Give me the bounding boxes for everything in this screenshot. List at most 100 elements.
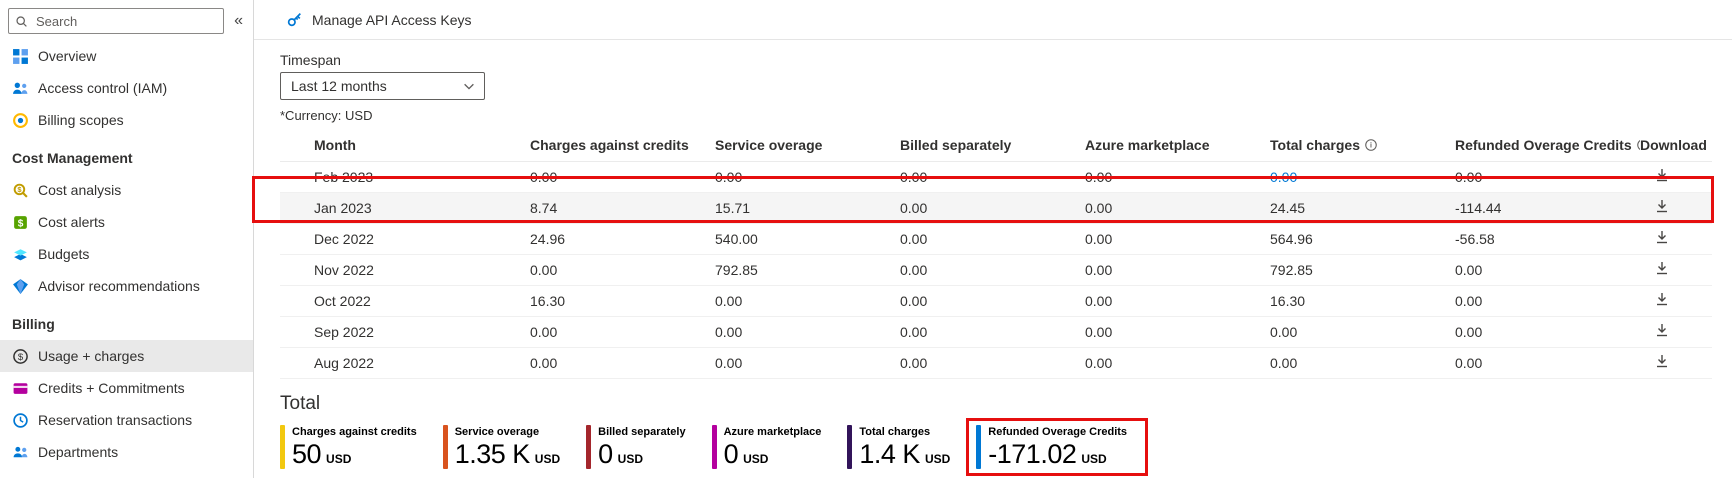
cell-billed: 0.00 (900, 192, 1085, 223)
cell-charges: 24.96 (530, 223, 715, 254)
manage-api-keys-button[interactable]: Manage API Access Keys (280, 10, 478, 29)
cell-refunded: -114.44 (1455, 192, 1640, 223)
cell-month: Feb 2023 (280, 161, 530, 192)
column-header-month: Month (280, 129, 530, 161)
table-row-dec-2022: Dec 2022 24.96 540.00 0.00 0.00 564.96 -… (280, 223, 1712, 254)
sidebar-item-label: Cost analysis (38, 182, 121, 198)
svg-text:$: $ (18, 351, 24, 362)
download-icon[interactable] (1654, 229, 1670, 245)
reservation-icon (12, 412, 29, 429)
card-label: Charges against credits (292, 425, 417, 439)
card-label: Refunded Overage Credits (988, 425, 1127, 439)
card-value: 0 (598, 439, 613, 469)
sidebar-item-label: Departments (38, 444, 118, 460)
cell-overage: 0.00 (715, 161, 900, 192)
cell-marketplace: 0.00 (1085, 161, 1270, 192)
info-icon[interactable]: i (1364, 138, 1378, 152)
command-bar: Manage API Access Keys (254, 0, 1732, 40)
sidebar-collapse-button[interactable]: « (228, 11, 249, 31)
sidebar-item-departments[interactable]: Departments (0, 436, 253, 468)
cell-overage: 15.71 (715, 192, 900, 223)
column-header-azure-marketplace: Azure marketplace (1085, 129, 1270, 161)
download-icon[interactable] (1654, 291, 1670, 307)
search-input[interactable] (34, 13, 217, 30)
cell-overage: 792.85 (715, 254, 900, 285)
sidebar-item-billing-scopes[interactable]: Billing scopes (0, 104, 253, 136)
download-icon[interactable] (1654, 353, 1670, 369)
download-icon[interactable] (1654, 198, 1670, 214)
manage-api-keys-label: Manage API Access Keys (312, 12, 472, 28)
cost-analysis-icon: $ (12, 182, 29, 199)
currency-note: *Currency: USD (280, 108, 1732, 123)
usage-table: Month Charges against credits Service ov… (280, 129, 1712, 379)
timespan-label: Timespan (280, 52, 1732, 68)
sidebar-item-credits-commitments[interactable]: Credits + Commitments (0, 372, 253, 404)
sidebar-item-cost-alerts[interactable]: $ Cost alerts (0, 206, 253, 238)
card-value: 0 (724, 439, 739, 469)
sidebar-item-label: Cost alerts (38, 214, 105, 230)
card-color-bar (847, 425, 852, 469)
card-unit: USD (743, 452, 768, 466)
cell-month: Aug 2022 (280, 347, 530, 378)
sidebar-item-reservation-transactions[interactable]: Reservation transactions (0, 404, 253, 436)
table-header-row: Month Charges against credits Service ov… (280, 129, 1712, 161)
table-row-aug-2022: Aug 2022 0.00 0.00 0.00 0.00 0.00 0.00 (280, 347, 1712, 378)
card-color-bar (443, 425, 448, 469)
usage-charges-icon: $ (12, 348, 29, 365)
sidebar-item-label: Billing scopes (38, 112, 124, 128)
sidebar-item-access-control-iam[interactable]: Access control (IAM) (0, 72, 253, 104)
table-row-jan-2023: Jan 2023 8.74 15.71 0.00 0.00 24.45 -114… (280, 192, 1712, 223)
page: « Overview Access control (IAM) Billing … (0, 0, 1732, 478)
column-header-download: Download (1640, 129, 1712, 161)
total-card-azure-marketplace: Azure marketplace 0USD (712, 425, 822, 469)
cell-refunded: 0.00 (1455, 347, 1640, 378)
cell-marketplace: 0.00 (1085, 347, 1270, 378)
card-label: Billed separately (598, 425, 685, 439)
cell-refunded: 0.00 (1455, 285, 1640, 316)
sidebar-item-cost-analysis[interactable]: $ Cost analysis (0, 174, 253, 206)
card-color-bar (712, 425, 717, 469)
cell-charges: 0.00 (530, 316, 715, 347)
cell-total-charges: 564.96 (1270, 223, 1455, 254)
cell-overage: 0.00 (715, 316, 900, 347)
cell-billed: 0.00 (900, 223, 1085, 254)
key-icon (286, 11, 303, 28)
cell-billed: 0.00 (900, 347, 1085, 378)
card-label: Total charges (859, 425, 950, 439)
card-value: -171.02 (988, 439, 1076, 469)
cell-total-charges: 792.85 (1270, 254, 1455, 285)
cell-total-charges: 0.00 (1270, 347, 1455, 378)
search-box[interactable] (8, 8, 224, 34)
download-icon[interactable] (1654, 260, 1670, 276)
credits-icon (12, 380, 29, 397)
download-icon[interactable] (1654, 167, 1670, 183)
sidebar-item-usage-charges[interactable]: $ Usage + charges (0, 340, 253, 372)
table-row-nov-2022: Nov 2022 0.00 792.85 0.00 0.00 792.85 0.… (280, 254, 1712, 285)
cell-charges: 0.00 (530, 161, 715, 192)
card-color-bar (586, 425, 591, 469)
sidebar-item-label: Advisor recommendations (38, 278, 200, 294)
iam-icon (12, 80, 29, 97)
column-header-refunded-overage-credits: Refunded Overage Creditsi (1455, 129, 1640, 161)
column-header-total-charges: Total chargesi (1270, 129, 1455, 161)
cell-charges: 0.00 (530, 347, 715, 378)
column-header-label: Refunded Overage Credits (1455, 137, 1632, 153)
cell-total-charges-link[interactable]: 0.00 (1270, 161, 1455, 192)
sidebar-item-advisor-recommendations[interactable]: Advisor recommendations (0, 270, 253, 302)
table-row-feb-2023: Feb 2023 0.00 0.00 0.00 0.00 0.00 0.00 (280, 161, 1712, 192)
card-unit: USD (618, 452, 643, 466)
cell-marketplace: 0.00 (1085, 223, 1270, 254)
timespan-dropdown[interactable]: Last 12 months (280, 72, 485, 100)
overview-icon (12, 48, 29, 65)
card-label: Service overage (455, 425, 560, 439)
main-content: Manage API Access Keys Timespan Last 12 … (254, 0, 1732, 478)
cell-month: Jan 2023 (280, 192, 530, 223)
sidebar-item-overview[interactable]: Overview (0, 40, 253, 72)
sidebar-item-budgets[interactable]: Budgets (0, 238, 253, 270)
cell-billed: 0.00 (900, 254, 1085, 285)
cell-month: Sep 2022 (280, 316, 530, 347)
cell-refunded: 0.00 (1455, 254, 1640, 285)
download-icon[interactable] (1654, 322, 1670, 338)
cell-refunded: 0.00 (1455, 316, 1640, 347)
card-value: 1.35 K (455, 439, 530, 469)
